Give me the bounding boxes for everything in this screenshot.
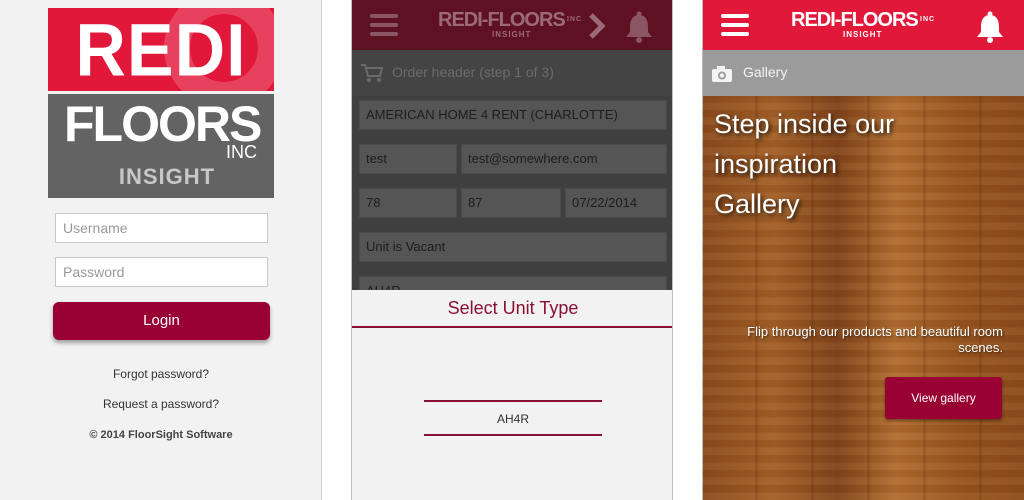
brand-logo-text: REDI-FLOORS (438, 9, 566, 31)
section-bar: Gallery (703, 50, 1024, 96)
picker-top-line (424, 400, 602, 402)
cart-icon (361, 64, 384, 82)
app-header: REDI-FLOORS INC INSIGHT (703, 0, 1024, 50)
chevron-right-icon (589, 13, 606, 39)
step-title: Order header (step 1 of 3) (392, 64, 554, 80)
copyright-text: © 2014 FloorSight Software (89, 429, 233, 441)
hero-title-line-1: Step inside our (714, 109, 895, 139)
unit-type-modal: Select Unit Type AH4R (352, 290, 672, 500)
app-header: REDI-FLOORS INC INSIGHT (352, 0, 672, 50)
hero-title-line-3: Gallery (714, 189, 800, 219)
request-password-link[interactable]: Request a password? (0, 397, 321, 411)
gallery-screen: REDI-FLOORS INC INSIGHT Gallery Step ins… (702, 0, 1024, 500)
modal-title: Select Unit Type (447, 298, 579, 318)
bell-icon[interactable] (975, 11, 1005, 43)
date-field[interactable]: 07/22/2014 (565, 188, 667, 218)
logo-redi: REDI (48, 8, 274, 91)
brand-logo-text: REDI-FLOORS (791, 9, 919, 31)
login-button[interactable]: Login (53, 302, 270, 340)
hero-title-line-2: inspiration (714, 149, 838, 179)
hamburger-menu-icon[interactable] (721, 14, 749, 41)
bell-icon[interactable] (624, 11, 654, 43)
field-b[interactable]: 87 (461, 188, 561, 218)
brand-inc-text: INC (567, 16, 583, 23)
picker-bottom-line (424, 434, 602, 436)
password-input[interactable]: Password (55, 257, 268, 287)
login-screen: REDI FLOORS INC INSIGHT Username Passwor… (0, 0, 322, 500)
hero-subtitle: Flip through our products and beautiful … (747, 324, 1003, 355)
brand-insight-text: INSIGHT (843, 30, 883, 39)
section-title: Gallery (743, 64, 788, 80)
logo-insight-text: INSIGHT (118, 164, 216, 189)
step-bar: Order header (step 1 of 3) (352, 50, 672, 96)
forgot-password-link[interactable]: Forgot password? (0, 367, 321, 381)
view-gallery-button[interactable]: View gallery (885, 377, 1002, 419)
hamburger-menu-icon[interactable] (370, 14, 398, 41)
picker-option-selected[interactable]: AH4R (424, 412, 602, 426)
logo-floors: FLOORS INC INSIGHT (48, 94, 274, 198)
brand-inc-text: INC (920, 16, 936, 23)
brand-insight-text: INSIGHT (492, 30, 532, 39)
contact-name-field[interactable]: test (359, 144, 457, 174)
logo-redi-text: REDI (75, 8, 247, 91)
modal-divider (352, 326, 672, 328)
field-a[interactable]: 78 (359, 188, 457, 218)
occupancy-field[interactable]: Unit is Vacant (359, 232, 667, 262)
contact-email-field[interactable]: test@somewhere.com (461, 144, 667, 174)
logo-inc-text: INC (226, 142, 257, 162)
camera-icon (712, 66, 732, 82)
customer-field[interactable]: AMERICAN HOME 4 RENT (CHARLOTTE) (359, 100, 667, 130)
order-header-screen: REDI-FLOORS INC INSIGHT Order header (st… (351, 0, 673, 500)
username-input[interactable]: Username (55, 213, 268, 243)
